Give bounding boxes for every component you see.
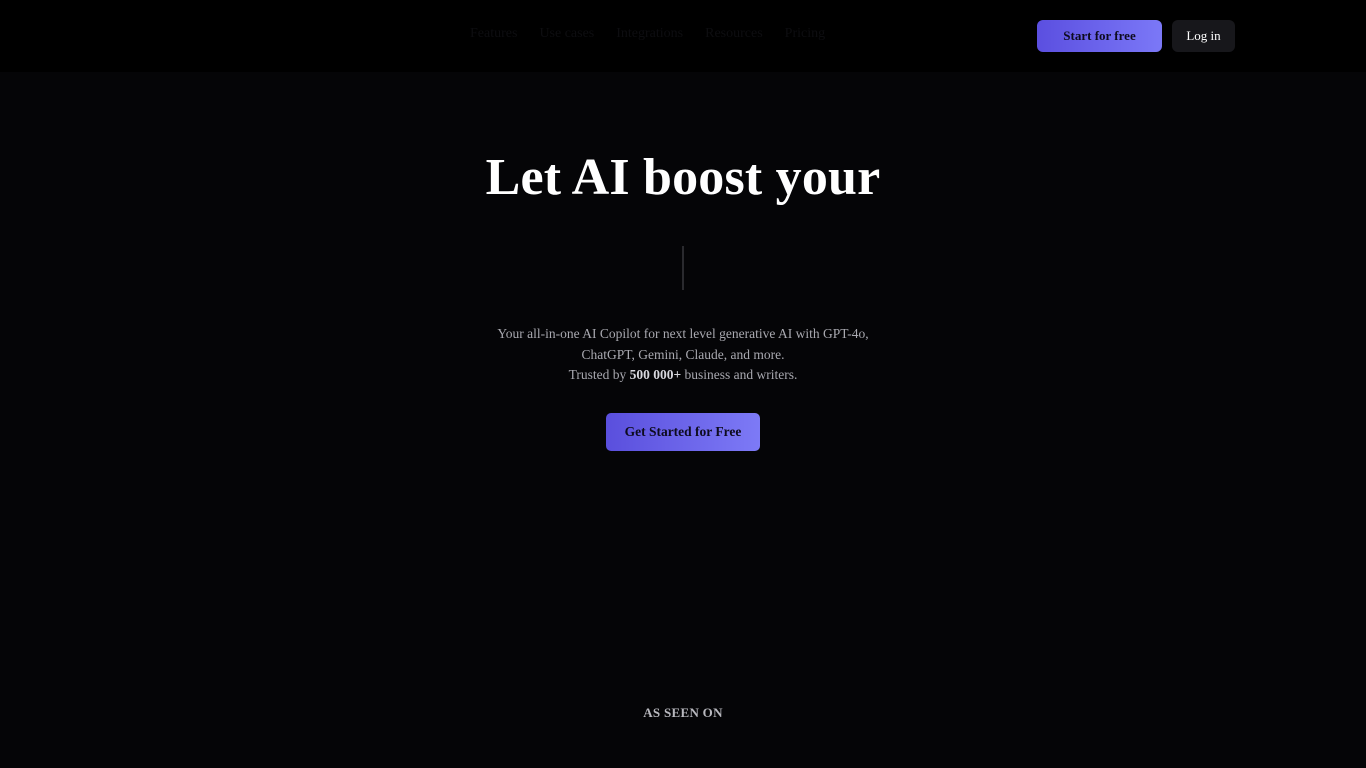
hero-subtitle: Your all-in-one AI Copilot for next leve… — [383, 324, 983, 386]
nav-item-resources[interactable]: Resources — [705, 26, 763, 42]
start-for-free-button[interactable]: Start for free — [1037, 20, 1162, 52]
landing-page: Features Use cases Integrations Resource… — [0, 0, 1366, 768]
main-nav: Features Use cases Integrations Resource… — [470, 26, 825, 42]
get-started-button[interactable]: Get Started for Free — [606, 413, 760, 451]
as-seen-on-heading: AS SEEN ON — [643, 705, 723, 720]
top-navigation-bar: Features Use cases Integrations Resource… — [0, 0, 1366, 72]
nav-item-pricing[interactable]: Pricing — [785, 26, 825, 42]
subtitle-line-2: ChatGPT, Gemini, Claude, and more. — [581, 346, 785, 362]
trusted-count: 500 000+ — [629, 367, 682, 382]
hero-title: Let AI boost your — [485, 149, 881, 206]
nav-item-features[interactable]: Features — [470, 26, 517, 42]
nav-item-integrations[interactable]: Integrations — [616, 26, 683, 42]
log-in-button[interactable]: Log in — [1172, 20, 1235, 52]
trusted-suffix: business and writers. — [681, 367, 798, 382]
subtitle-line-1: Your all-in-one AI Copilot for next leve… — [497, 326, 869, 341]
trusted-line: Trusted by 500 000+ business and writers… — [383, 365, 983, 386]
trusted-prefix: Trusted by — [568, 367, 630, 382]
nav-item-use-cases[interactable]: Use cases — [539, 26, 594, 42]
typing-cursor — [682, 246, 684, 290]
